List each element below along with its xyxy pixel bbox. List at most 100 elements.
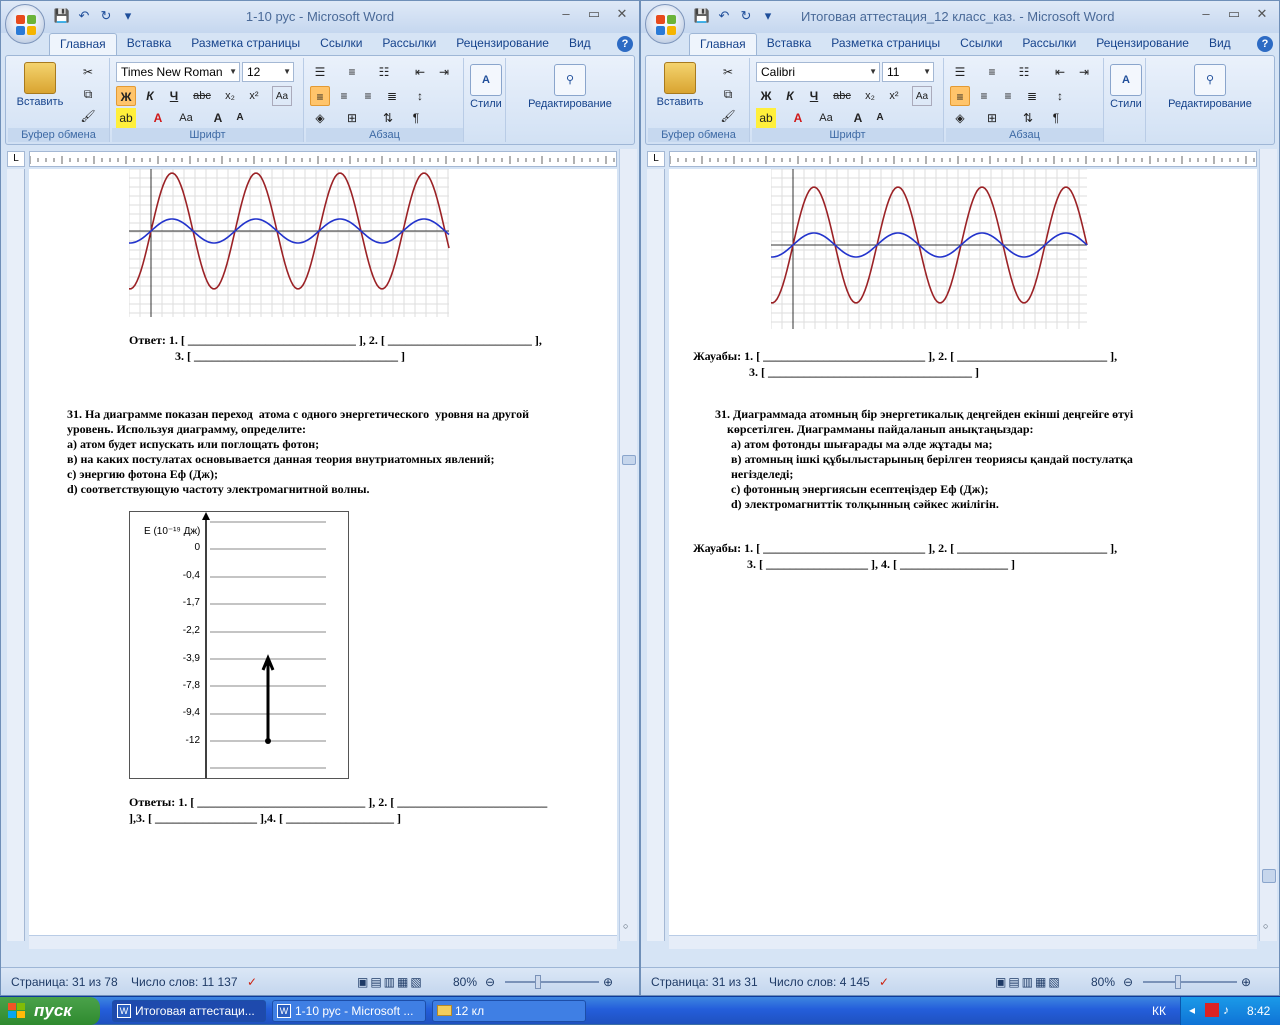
undo-icon[interactable]: ↶ [715, 7, 733, 25]
vertical-scrollbar[interactable]: ○ [1259, 149, 1277, 941]
close-button[interactable]: ✕ [1249, 5, 1275, 25]
scroll-thumb[interactable] [1262, 869, 1276, 883]
strikethrough-button[interactable]: abc [192, 86, 212, 106]
zoom-level[interactable]: 80% [1091, 975, 1115, 989]
font-size-combo[interactable]: 12▼ [242, 62, 294, 82]
tab-page-layout[interactable]: Разметка страницы [821, 33, 950, 55]
horizontal-scrollbar[interactable] [29, 935, 617, 949]
justify-button[interactable]: ≣ [1022, 86, 1042, 106]
font-color-icon[interactable]: A [788, 108, 808, 128]
language-indicator[interactable]: КК [1152, 1004, 1166, 1018]
vertical-ruler[interactable] [7, 169, 25, 941]
proofing-icon[interactable]: ✓ [247, 975, 257, 989]
browse-object-icon[interactable]: ○ [1263, 921, 1268, 931]
shrink-font-icon[interactable]: A [230, 108, 250, 128]
vertical-scrollbar[interactable]: ○ [619, 149, 637, 941]
tab-references[interactable]: Ссылки [310, 33, 372, 55]
zoom-slider-thumb[interactable] [1175, 975, 1181, 989]
maximize-button[interactable]: ▭ [1221, 5, 1247, 25]
view-buttons[interactable]: ▣▤▥▦▧ [357, 975, 424, 989]
save-icon[interactable]: 💾 [693, 7, 711, 25]
styles-button[interactable]: A Стили [1108, 64, 1144, 110]
tab-review[interactable]: Рецензирование [446, 33, 559, 55]
view-buttons[interactable]: ▣▤▥▦▧ [995, 975, 1062, 989]
clear-format-icon[interactable]: Aa [912, 86, 932, 106]
numbering-icon[interactable]: ≡ [342, 62, 362, 82]
start-button[interactable]: пуск [0, 997, 100, 1025]
zoom-slider[interactable] [1143, 981, 1237, 983]
tab-view[interactable]: Вид [1199, 33, 1241, 55]
align-center-button[interactable]: ≡ [334, 86, 354, 106]
format-painter-icon[interactable]: 🖌 [78, 106, 98, 126]
volume-icon[interactable]: ♪ [1223, 1003, 1229, 1017]
strikethrough-button[interactable]: abc [832, 86, 852, 106]
clock[interactable]: 8:42 [1247, 1004, 1270, 1018]
taskbar-item-1-10[interactable]: W 1-10 рус - Microsoft ... [272, 1000, 426, 1022]
multilevel-list-icon[interactable]: ☷ [1014, 62, 1034, 82]
taskbar-item-folder[interactable]: 12 кл [432, 1000, 586, 1022]
zoom-slider[interactable] [505, 981, 599, 983]
proofing-icon[interactable]: ✓ [879, 975, 889, 989]
align-right-button[interactable]: ≡ [998, 86, 1018, 106]
help-icon[interactable]: ? [617, 36, 633, 52]
shading-icon[interactable]: ◈ [950, 108, 970, 128]
word-count[interactable]: Число слов: 11 137 [131, 975, 238, 989]
tray-arrow-icon[interactable]: ◂ [1189, 1003, 1195, 1017]
underline-button[interactable]: Ч [164, 86, 184, 106]
editing-button[interactable]: ⚲ Редактирование [510, 64, 630, 110]
highlight-icon[interactable]: ab [756, 108, 776, 128]
align-left-button[interactable]: ≡ [310, 86, 330, 106]
tab-insert[interactable]: Вставка [117, 33, 182, 55]
antivirus-icon[interactable] [1205, 1003, 1219, 1017]
tab-page-layout[interactable]: Разметка страницы [181, 33, 310, 55]
office-button[interactable] [5, 4, 45, 44]
cut-icon[interactable]: ✂ [718, 62, 738, 82]
numbering-icon[interactable]: ≡ [982, 62, 1002, 82]
italic-button[interactable]: К [780, 86, 800, 106]
sort-icon[interactable]: ⇅ [378, 108, 398, 128]
paste-button[interactable]: Вставить [14, 62, 66, 108]
font-size-combo[interactable]: 11▼ [882, 62, 934, 82]
zoom-level[interactable]: 80% [453, 975, 477, 989]
decrease-indent-icon[interactable]: ⇤ [410, 62, 430, 82]
subscript-button[interactable]: x₂ [220, 86, 240, 106]
tab-home[interactable]: Главная [49, 33, 117, 55]
decrease-indent-icon[interactable]: ⇤ [1050, 62, 1070, 82]
grow-font-icon[interactable]: A [848, 108, 868, 128]
increase-indent-icon[interactable]: ⇥ [1074, 62, 1094, 82]
minimize-button[interactable]: – [1193, 5, 1219, 25]
maximize-button[interactable]: ▭ [581, 5, 607, 25]
show-marks-icon[interactable]: ¶ [406, 108, 426, 128]
tab-home[interactable]: Главная [689, 33, 757, 55]
zoom-slider-thumb[interactable] [535, 975, 541, 989]
zoom-in-icon[interactable]: ⊕ [603, 975, 613, 989]
paste-button[interactable]: Вставить [654, 62, 706, 108]
vertical-ruler[interactable] [647, 169, 665, 941]
shrink-font-icon[interactable]: A [870, 108, 890, 128]
bold-button[interactable]: Ж [756, 86, 776, 106]
align-left-button[interactable]: ≡ [950, 86, 970, 106]
page-count[interactable]: Страница: 31 из 31 [651, 975, 758, 989]
tab-references[interactable]: Ссылки [950, 33, 1012, 55]
bullets-icon[interactable]: ☰ [310, 62, 330, 82]
subscript-button[interactable]: x₂ [860, 86, 880, 106]
document-page[interactable]: Ответ: 1. [ ____________________________… [29, 169, 617, 941]
tab-review[interactable]: Рецензирование [1086, 33, 1199, 55]
borders-icon[interactable]: ⊞ [342, 108, 362, 128]
superscript-button[interactable]: x² [884, 86, 904, 106]
change-case-icon[interactable]: Aa [816, 108, 836, 128]
help-icon[interactable]: ? [1257, 36, 1273, 52]
zoom-out-icon[interactable]: ⊖ [485, 975, 495, 989]
multilevel-list-icon[interactable]: ☷ [374, 62, 394, 82]
styles-button[interactable]: A Стили [468, 64, 504, 110]
align-right-button[interactable]: ≡ [358, 86, 378, 106]
line-spacing-icon[interactable]: ↕ [410, 86, 430, 106]
change-case-icon[interactable]: Aa [176, 108, 196, 128]
sort-icon[interactable]: ⇅ [1018, 108, 1038, 128]
clear-format-icon[interactable]: Aa [272, 86, 292, 106]
horizontal-ruler[interactable] [29, 151, 617, 167]
bullets-icon[interactable]: ☰ [950, 62, 970, 82]
font-color-icon[interactable]: A [148, 108, 168, 128]
underline-button[interactable]: Ч [804, 86, 824, 106]
horizontal-ruler[interactable] [669, 151, 1257, 167]
